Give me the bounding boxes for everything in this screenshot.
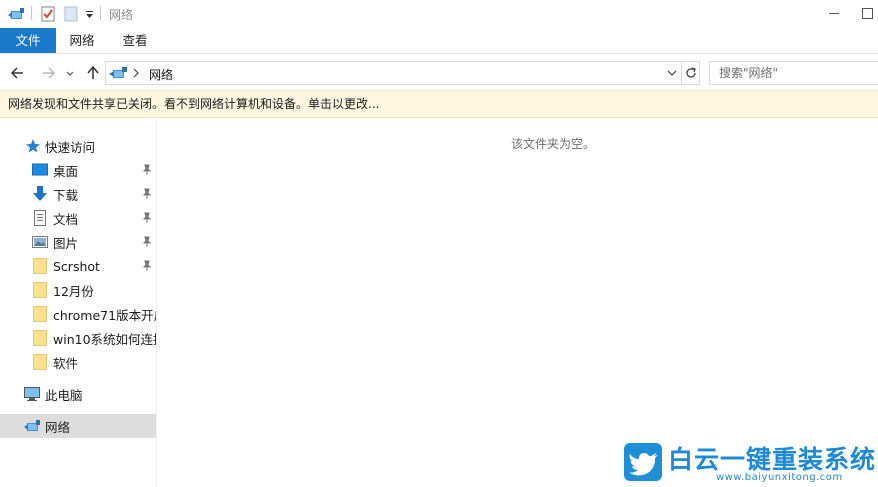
title-bar: 网络 <box>0 0 878 28</box>
nav-item-software[interactable]: 软件 <box>0 350 156 374</box>
nav-label: win10系统如何连接 <box>53 331 156 347</box>
folder-icon <box>33 306 47 322</box>
nav-label: 桌面 <box>53 163 79 179</box>
divider <box>681 62 682 84</box>
folder-icon <box>33 282 47 298</box>
nav-label: 12月份 <box>53 283 94 299</box>
nav-item-downloads[interactable]: 下载 <box>0 182 156 206</box>
breadcrumb-network[interactable]: 网络 <box>149 66 173 83</box>
forward-arrow-icon[interactable] <box>38 63 58 83</box>
properties-icon[interactable] <box>41 5 55 23</box>
tab-view[interactable]: 查看 <box>114 28 156 53</box>
nav-label: 下载 <box>53 187 79 203</box>
nav-network[interactable]: 网络 <box>0 414 156 438</box>
folder-icon <box>33 354 47 370</box>
pin-icon[interactable] <box>142 260 152 272</box>
nav-label: Scrshot <box>53 258 100 274</box>
folder-icon <box>33 258 47 274</box>
nav-this-pc[interactable]: 此电脑 <box>0 382 156 406</box>
breadcrumb-chevron-icon[interactable] <box>132 67 140 82</box>
address-dropdown-icon[interactable] <box>666 67 678 82</box>
tab-network[interactable]: 网络 <box>61 28 103 53</box>
nav-label: 软件 <box>53 355 79 371</box>
minimize-icon[interactable] <box>822 4 846 22</box>
pin-icon[interactable] <box>142 188 152 200</box>
network-app-icon[interactable] <box>7 5 25 23</box>
network-discovery-infobar[interactable]: 网络发现和文件共享已关闭。看不到网络计算机和设备。单击以更改... <box>0 90 878 118</box>
refresh-icon[interactable] <box>683 65 699 84</box>
nav-label: 网络 <box>45 419 71 435</box>
network-location-icon <box>108 65 128 84</box>
window-title: 网络 <box>109 8 134 22</box>
desktop-icon <box>32 162 48 178</box>
watermark-title: 白云一键重装系统 <box>668 445 877 474</box>
pin-icon[interactable] <box>142 164 152 176</box>
empty-folder-message: 该文件夹为空。 <box>511 137 596 151</box>
nav-item-documents[interactable]: 文档 <box>0 206 156 230</box>
picture-icon <box>32 234 48 250</box>
nav-label: 快速访问 <box>45 139 96 155</box>
customize-toolbar-chevron-icon[interactable] <box>85 5 94 23</box>
folder-icon <box>33 330 47 346</box>
nav-label: 图片 <box>53 235 79 251</box>
divider <box>31 6 32 20</box>
ribbon: 文件 网络 查看 <box>0 28 878 54</box>
pin-icon[interactable] <box>142 236 152 248</box>
nav-item-desktop[interactable]: 桌面 <box>0 158 156 182</box>
nav-label: 文档 <box>53 211 79 227</box>
new-folder-icon[interactable] <box>64 5 78 23</box>
nav-quick-access[interactable]: 快速访问 <box>0 134 156 158</box>
navigation-pane: 快速访问 桌面 下载 文档 图片 Scrshot 12月份 chrome71版本… <box>0 119 157 487</box>
maximize-icon[interactable] <box>855 4 878 22</box>
recent-locations-chevron-icon[interactable] <box>63 63 77 83</box>
pin-icon[interactable] <box>142 212 152 224</box>
nav-item-win10[interactable]: win10系统如何连接 <box>0 326 156 350</box>
nav-label: chrome71版本开启 <box>53 307 156 323</box>
nav-item-pictures[interactable]: 图片 <box>0 230 156 254</box>
twitter-bird-logo-icon <box>624 443 662 481</box>
star-icon <box>25 138 41 154</box>
search-input[interactable]: 搜索"网络" <box>709 61 878 85</box>
tab-file[interactable]: 文件 <box>0 28 56 53</box>
network-icon <box>23 418 40 434</box>
watermark-url: www.baiyunxitong.com <box>716 472 843 483</box>
nav-item-december[interactable]: 12月份 <box>0 278 156 302</box>
nav-item-chrome71[interactable]: chrome71版本开启 <box>0 302 156 326</box>
nav-label: 此电脑 <box>45 387 83 403</box>
computer-icon <box>23 386 40 402</box>
document-icon <box>32 210 48 226</box>
up-arrow-icon[interactable] <box>83 63 103 83</box>
back-arrow-icon[interactable] <box>8 63 28 83</box>
divider <box>100 6 101 20</box>
nav-item-scrshot[interactable]: Scrshot <box>0 254 156 278</box>
watermark: 白云一键重装系统 www.baiyunxitong.com <box>624 441 878 485</box>
download-icon <box>32 186 48 202</box>
address-bar[interactable]: 网络 <box>105 61 700 85</box>
